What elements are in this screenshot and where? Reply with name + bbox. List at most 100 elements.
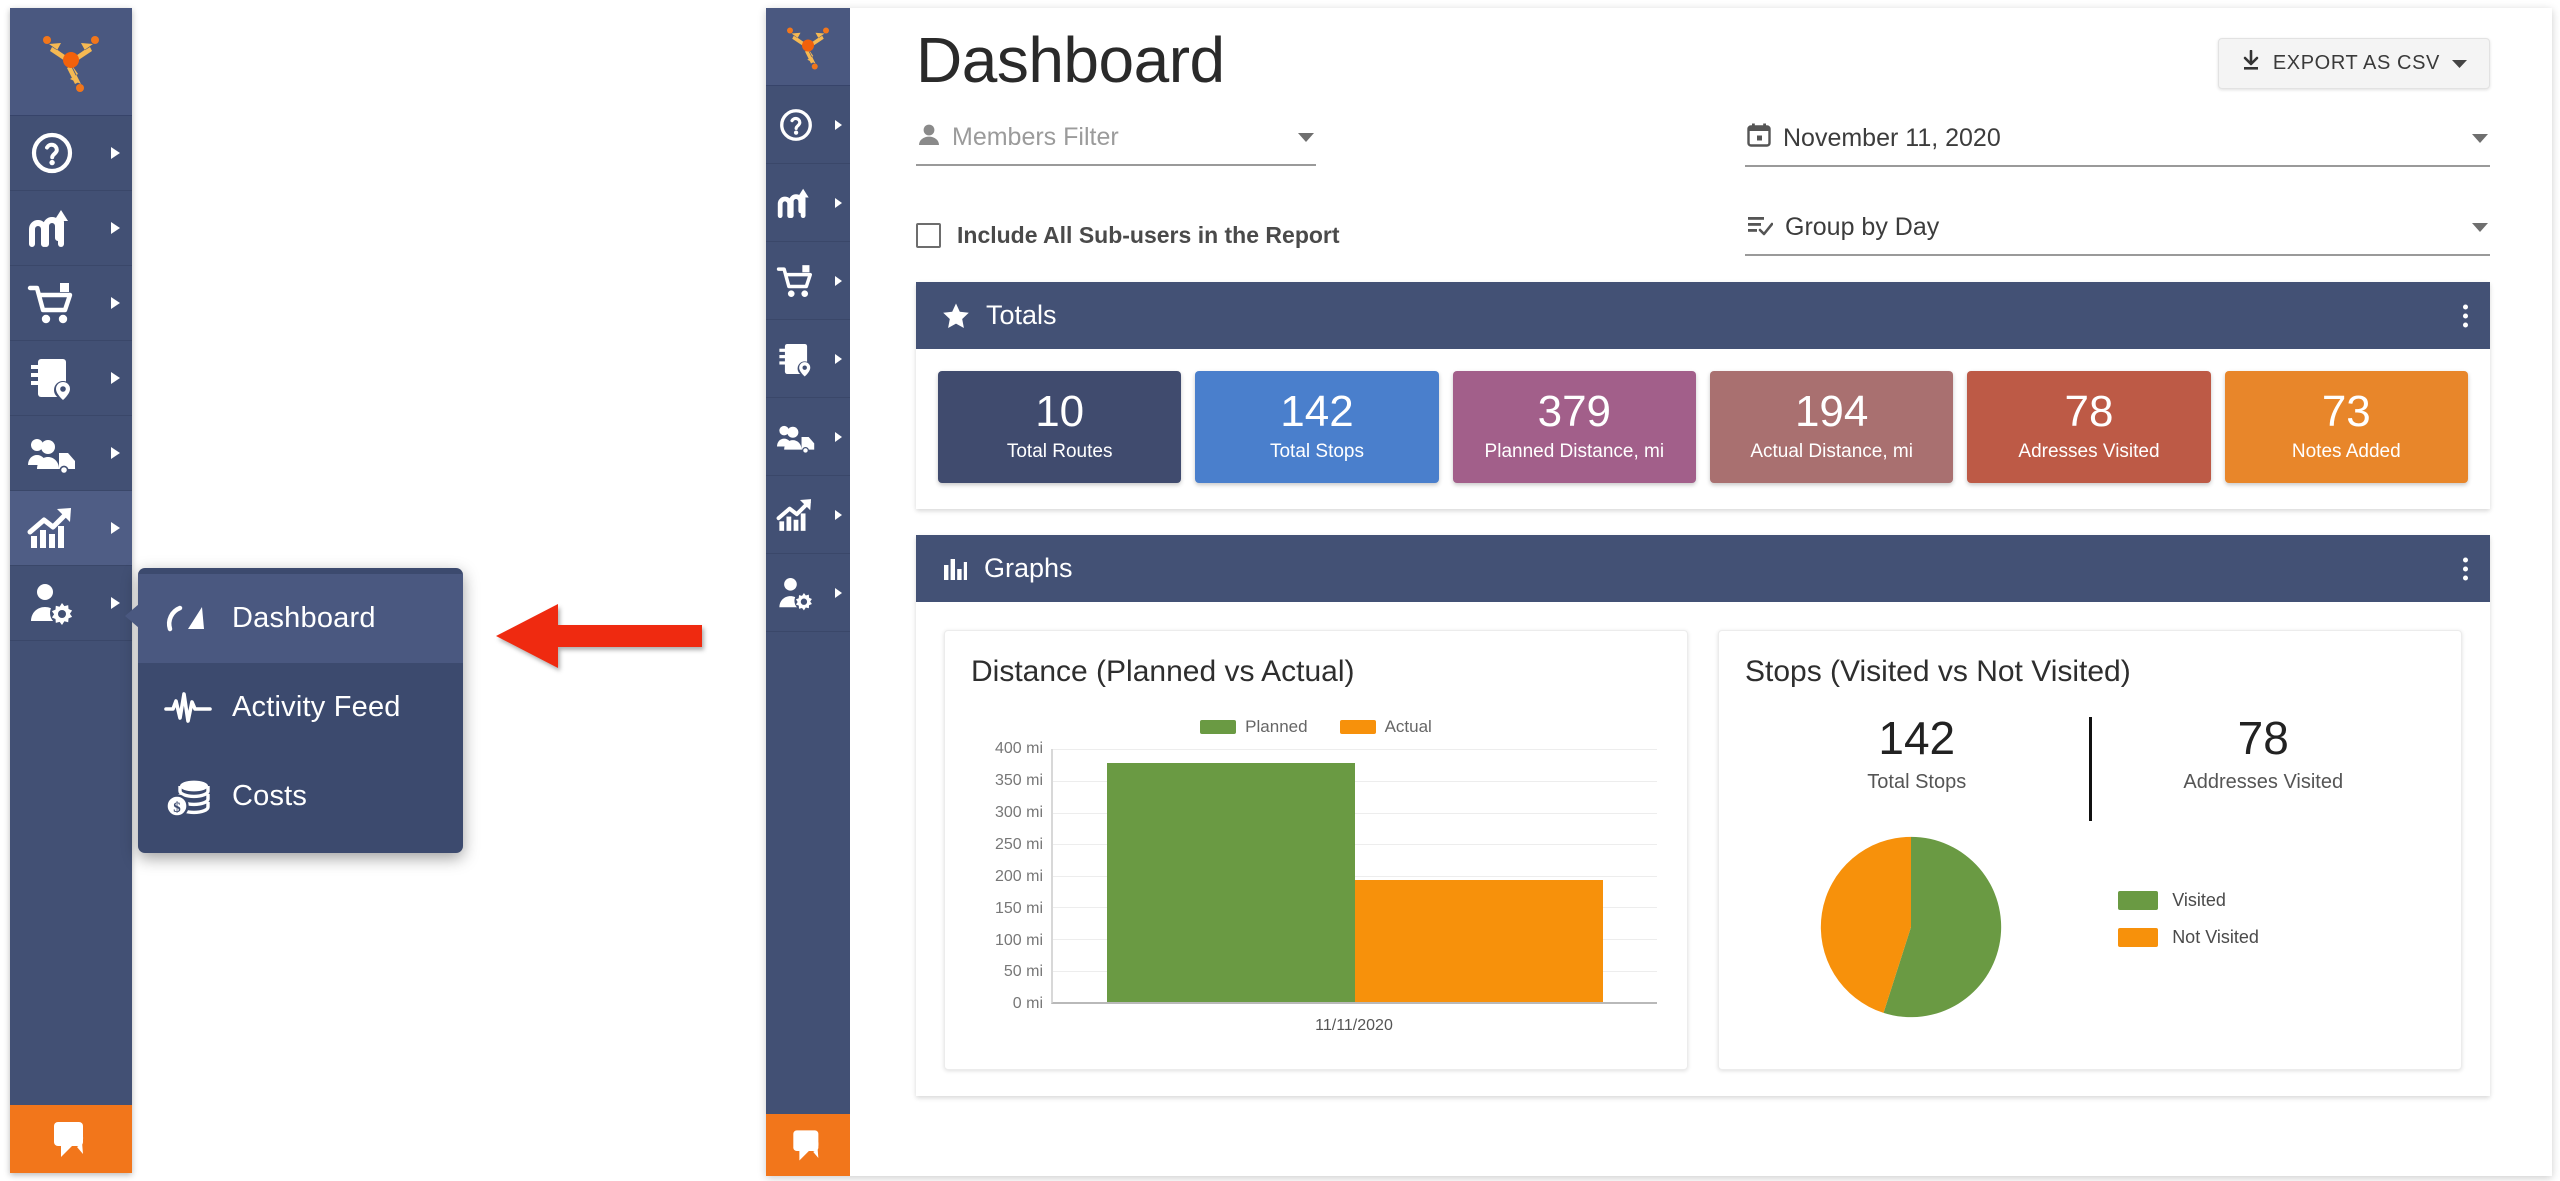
- inner-sidebar-item-orders[interactable]: [766, 242, 850, 320]
- chevron-right-icon: [111, 447, 120, 459]
- include-subusers-row[interactable]: Include All Sub-users in the Report: [916, 222, 1643, 249]
- members-filter-select[interactable]: Members Filter: [916, 119, 1316, 167]
- y-tick: 200 mi: [994, 867, 1043, 885]
- stat-card-addresses-visited[interactable]: 78 Adresses Visited: [1967, 371, 2211, 484]
- legend-swatch: [2118, 928, 2159, 948]
- bar-actual[interactable]: [1355, 879, 1603, 1003]
- app-window: Dashboard EXPORT AS CSV Members Filter I…: [766, 8, 2552, 1176]
- kpi-label: Addresses Visited: [2183, 771, 2344, 794]
- sidebar-item-address-book[interactable]: [10, 341, 132, 416]
- export-as-csv-button[interactable]: EXPORT AS CSV: [2217, 38, 2490, 89]
- stat-card-total-stops[interactable]: 142 Total Stops: [1195, 371, 1439, 484]
- graphs-panel-title: Graphs: [984, 553, 1073, 584]
- speedometer-icon: [164, 599, 220, 639]
- download-icon: [2241, 49, 2261, 77]
- calendar-icon: [1747, 123, 1771, 153]
- legend-label: Visited: [2172, 890, 2226, 911]
- flyout-item-label: Dashboard: [232, 602, 376, 634]
- list-check-icon: [1747, 213, 1774, 242]
- kpi-value: 78: [2237, 712, 2289, 765]
- stat-card-actual-distance[interactable]: 194 Actual Distance, mi: [1709, 371, 1954, 484]
- flyout-item-activity-feed[interactable]: Activity Feed: [138, 663, 463, 752]
- stops-pie-chart[interactable]: [1813, 829, 2009, 1025]
- sidebar-item-analytics[interactable]: [10, 491, 132, 566]
- address-book-icon: [24, 350, 80, 406]
- chevron-right-icon: [111, 597, 120, 609]
- y-tick: 100 mi: [994, 931, 1043, 949]
- totals-panel: Totals 10 Total Routes 142 Total Stops 3…: [916, 282, 2490, 510]
- kpi-total-stops: 142 Total Stops: [1745, 715, 2089, 794]
- team-vehicle-icon: [774, 415, 818, 459]
- address-book-icon: [774, 337, 818, 381]
- red-pointer-arrow: [496, 604, 702, 668]
- stat-label: Total Routes: [1006, 441, 1113, 463]
- stat-card-notes-added[interactable]: 73 Notes Added: [2224, 371, 2468, 484]
- star-icon: [942, 302, 970, 330]
- kpi-value: 142: [1878, 712, 1956, 765]
- sidebar-item-team[interactable]: [10, 416, 132, 491]
- bars-group: [1053, 749, 1657, 1003]
- y-tick: 350 mi: [994, 772, 1043, 790]
- chevron-down-icon: [2472, 133, 2488, 143]
- stat-cards: 10 Total Routes 142 Total Stops 379 Plan…: [938, 371, 2468, 484]
- stat-card-planned-distance[interactable]: 379 Planned Distance, mi: [1452, 371, 1696, 484]
- activity-pulse-icon: [164, 688, 220, 728]
- analytics-growth-icon: [24, 500, 80, 556]
- legend-visited[interactable]: Visited: [2118, 890, 2259, 911]
- stat-value: 379: [1537, 387, 1612, 437]
- members-filter-wrapper: Members Filter: [916, 119, 1316, 167]
- legend-not-visited[interactable]: Not Visited: [2118, 927, 2259, 948]
- legend-actual[interactable]: Actual: [1339, 717, 1432, 737]
- include-subusers-checkbox[interactable]: [916, 223, 941, 249]
- inner-sidebar-item-analytics[interactable]: [766, 476, 850, 554]
- inner-sidebar-item-team[interactable]: [766, 398, 850, 476]
- chevron-right-icon: [835, 431, 842, 442]
- legend-swatch: [1200, 720, 1237, 735]
- inner-sidebar-item-routes[interactable]: [766, 164, 850, 242]
- graphs-panel-header: Graphs: [916, 535, 2490, 603]
- inner-sidebar-item-user-settings[interactable]: [766, 554, 850, 632]
- stat-card-total-routes[interactable]: 10 Total Routes: [938, 371, 1182, 484]
- group-by-value: Group by Day: [1785, 213, 1940, 242]
- y-tick: 0 mi: [1012, 995, 1043, 1013]
- bar-chart-icon: [942, 556, 968, 582]
- group-by-field[interactable]: Group by Day: [1745, 209, 2490, 257]
- y-tick: 50 mi: [1003, 963, 1043, 981]
- route4me-logo-icon[interactable]: [766, 8, 850, 86]
- chat-bubble-icon[interactable]: [10, 1105, 132, 1173]
- date-picker-field[interactable]: November 11, 2020: [1745, 119, 2490, 168]
- sidebar-item-routes[interactable]: [10, 191, 132, 266]
- user-settings-icon: [24, 575, 80, 631]
- chevron-down-icon: [2472, 223, 2488, 233]
- plot-area: [1051, 749, 1657, 1005]
- chevron-right-icon: [111, 147, 120, 159]
- inner-sidebar: [766, 8, 850, 1176]
- legend-planned[interactable]: Planned: [1200, 717, 1308, 737]
- flyout-item-costs[interactable]: $ Costs: [138, 752, 463, 841]
- inner-sidebar-item-address-book[interactable]: [766, 320, 850, 398]
- outer-sidebar: [10, 8, 132, 1173]
- main-content: Dashboard EXPORT AS CSV Members Filter I…: [850, 8, 2552, 1176]
- flyout-item-dashboard[interactable]: Dashboard: [138, 574, 463, 663]
- sidebar-item-orders[interactable]: [10, 266, 132, 341]
- kpi-addresses-visited: 78 Addresses Visited: [2092, 715, 2436, 794]
- stops-kpis: 142 Total Stops 78 Addresses Visited: [1745, 715, 2436, 822]
- stops-chart-title: Stops (Visited vs Not Visited): [1745, 655, 2131, 689]
- flyout-item-label: Costs: [232, 780, 308, 812]
- legend-label: Actual: [1384, 717, 1432, 737]
- routes-icon: [774, 181, 818, 225]
- chevron-right-icon: [835, 587, 842, 598]
- x-axis-label: 11/11/2020: [1315, 1017, 1393, 1035]
- y-tick: 400 mi: [994, 740, 1043, 758]
- chat-bubble-icon[interactable]: [766, 1114, 850, 1176]
- bar-planned[interactable]: [1107, 762, 1355, 1003]
- distance-chart-card: Distance (Planned vs Actual) Planned Act…: [944, 630, 1688, 1071]
- inner-sidebar-item-help[interactable]: [766, 86, 850, 164]
- kebab-menu-icon[interactable]: [2463, 304, 2468, 328]
- sidebar-item-help[interactable]: [10, 116, 132, 191]
- legend-label: Planned: [1245, 717, 1308, 737]
- route4me-logo-icon[interactable]: [10, 8, 132, 116]
- totals-panel-header: Totals: [916, 282, 2490, 350]
- sidebar-item-user-settings[interactable]: [10, 566, 132, 641]
- kebab-menu-icon[interactable]: [2463, 557, 2468, 581]
